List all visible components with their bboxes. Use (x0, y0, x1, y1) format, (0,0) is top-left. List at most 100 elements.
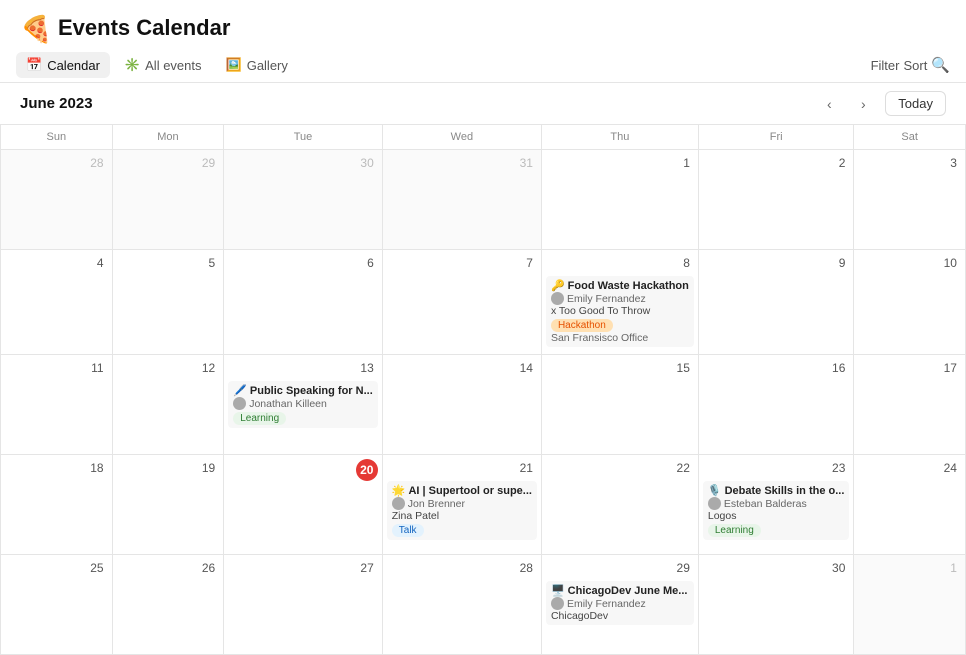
cal-cell[interactable]: 4 (1, 250, 113, 355)
cal-cell[interactable]: 7 (383, 250, 542, 355)
gallery-tab-label: Gallery (247, 58, 288, 73)
event-badge: Talk (392, 524, 424, 537)
cal-cell[interactable]: 17 (854, 355, 966, 455)
gallery-tab-icon: 🖼️ (226, 57, 242, 73)
tab-gallery[interactable]: 🖼️ Gallery (216, 52, 298, 78)
avatar (233, 397, 246, 410)
cal-cell[interactable]: 28 (1, 150, 113, 250)
day-number: 6 (228, 254, 378, 274)
day-number: 22 (546, 459, 694, 479)
cal-cell[interactable]: 3 (854, 150, 966, 250)
day-number: 3 (858, 154, 961, 174)
cal-cell[interactable]: 30 (224, 150, 383, 250)
day-number: 11 (5, 359, 108, 379)
cal-cell[interactable]: 23 🎙️ Debate Skills in the o... Esteban … (699, 455, 855, 555)
cal-cell[interactable]: 9 (699, 250, 855, 355)
event-card[interactable]: 🖥️ ChicagoDev June Me... Emily Fernandez… (546, 581, 694, 625)
day-number: 20 (228, 459, 378, 496)
day-number: 31 (387, 154, 537, 174)
sort-button[interactable]: Sort (903, 58, 927, 73)
day-header-sun: Sun (1, 125, 113, 150)
next-month-button[interactable]: › (851, 92, 875, 116)
event-person: Jonathan Killeen (233, 397, 373, 410)
cal-cell[interactable]: 15 (542, 355, 699, 455)
cal-cell[interactable]: 1 (542, 150, 699, 250)
cal-cell[interactable]: 24 (854, 455, 966, 555)
day-number: 30 (703, 559, 850, 579)
day-number: 1 (546, 154, 694, 174)
event-card[interactable]: 🎙️ Debate Skills in the o... Esteban Bal… (703, 481, 850, 540)
cal-cell[interactable]: 26 (113, 555, 225, 655)
event-badge: Learning (708, 524, 761, 537)
cal-cell[interactable]: 1 (854, 555, 966, 655)
today-button[interactable]: Today (885, 91, 946, 116)
app-title: Events Calendar (58, 15, 230, 41)
cal-cell[interactable]: 10 (854, 250, 966, 355)
cal-cell[interactable]: 16 (699, 355, 855, 455)
cal-cell[interactable]: 30 (699, 555, 855, 655)
cal-cell[interactable]: 18 (1, 455, 113, 555)
cal-cell[interactable]: 29 (113, 150, 225, 250)
day-number: 30 (228, 154, 378, 174)
app-logo: 🍕 (20, 14, 48, 42)
event-emoji: 🖊️ (233, 384, 247, 397)
day-header-tue: Tue (224, 125, 383, 150)
cal-cell[interactable]: 21 🌟 AI | Supertool or supe... Jon Brenn… (383, 455, 542, 555)
filter-button[interactable]: Filter (871, 58, 900, 73)
day-number: 19 (117, 459, 220, 479)
day-number: 4 (5, 254, 108, 274)
cal-cell[interactable]: 14 (383, 355, 542, 455)
cal-cell[interactable]: 8 🔑 Food Waste Hackathon Emily Fernandez… (542, 250, 699, 355)
day-number: 16 (703, 359, 850, 379)
day-number: 29 (546, 559, 694, 579)
event-person: Esteban Balderas (708, 497, 845, 510)
cal-cell[interactable]: 11 (1, 355, 113, 455)
event-emoji: 🎙️ (708, 484, 722, 497)
event-person: Emily Fernandez (551, 597, 689, 610)
tab-calendar[interactable]: 📅 Calendar (16, 52, 110, 78)
cal-cell[interactable]: 31 (383, 150, 542, 250)
day-number: 2 (703, 154, 850, 174)
event-title: 🖊️ Public Speaking for N... (233, 384, 373, 397)
avatar (551, 597, 564, 610)
search-button[interactable]: 🔍 (931, 56, 950, 74)
avatar (708, 497, 721, 510)
day-number: 10 (858, 254, 961, 274)
day-number: 24 (858, 459, 961, 479)
cal-cell[interactable]: 13 🖊️ Public Speaking for N... Jonathan … (224, 355, 383, 455)
event-badge: Hackathon (551, 319, 613, 332)
event-card[interactable]: 🌟 AI | Supertool or supe... Jon Brenner … (387, 481, 537, 540)
cal-cell[interactable]: 2 (699, 150, 855, 250)
day-number: 17 (858, 359, 961, 379)
cal-cell[interactable]: 20 (224, 455, 383, 555)
event-org: x Too Good To Throw (551, 305, 689, 317)
event-title: 🌟 AI | Supertool or supe... (392, 484, 532, 497)
avatar (551, 292, 564, 305)
cal-cell[interactable]: 29 🖥️ ChicagoDev June Me... Emily Fernan… (542, 555, 699, 655)
calendar-tab-label: Calendar (47, 58, 100, 73)
day-header-wed: Wed (383, 125, 542, 150)
cal-cell[interactable]: 22 (542, 455, 699, 555)
prev-month-button[interactable]: ‹ (817, 92, 841, 116)
cal-cell[interactable]: 25 (1, 555, 113, 655)
cal-cell[interactable]: 6 (224, 250, 383, 355)
cal-cell[interactable]: 19 (113, 455, 225, 555)
tab-all-events[interactable]: ✳️ All events (114, 52, 212, 78)
event-card[interactable]: 🖊️ Public Speaking for N... Jonathan Kil… (228, 381, 378, 428)
calendar-tab-icon: 📅 (26, 57, 42, 73)
day-header-fri: Fri (699, 125, 855, 150)
cal-cell[interactable]: 27 (224, 555, 383, 655)
cal-cell[interactable]: 12 (113, 355, 225, 455)
all-events-tab-icon: ✳️ (124, 57, 140, 73)
day-number: 28 (387, 559, 537, 579)
day-number: 25 (5, 559, 108, 579)
day-number: 29 (117, 154, 220, 174)
day-number: 1 (858, 559, 961, 579)
day-number: 23 (703, 459, 850, 479)
cal-cell[interactable]: 5 (113, 250, 225, 355)
day-number: 12 (117, 359, 220, 379)
nav-bar: 📅 Calendar ✳️ All events 🖼️ Gallery Filt… (0, 48, 966, 83)
cal-cell[interactable]: 28 (383, 555, 542, 655)
event-emoji: 🔑 (551, 279, 565, 292)
event-card[interactable]: 🔑 Food Waste Hackathon Emily Fernandez x… (546, 276, 694, 347)
